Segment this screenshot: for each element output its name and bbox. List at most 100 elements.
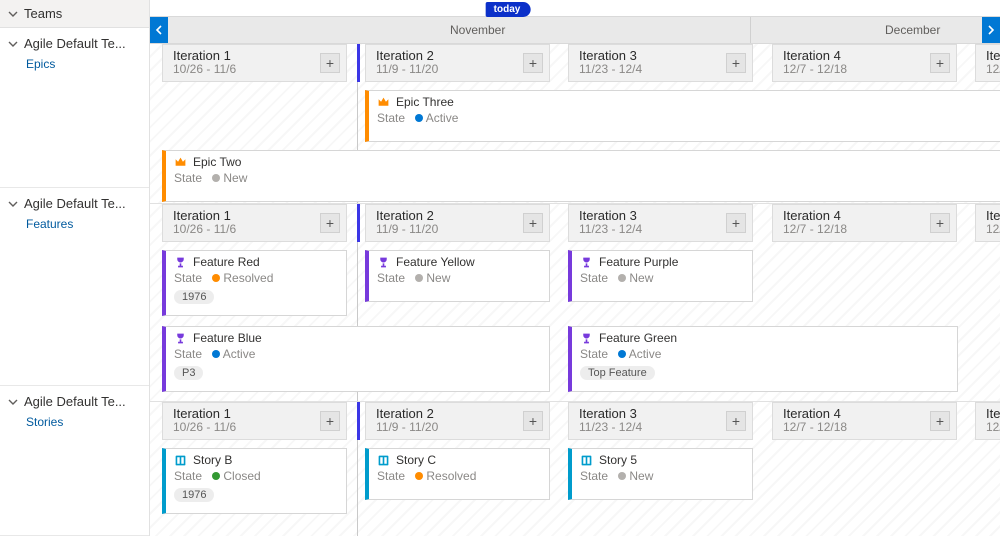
trophy-icon xyxy=(174,332,187,345)
teams-header-label: Teams xyxy=(24,6,62,21)
iteration-title: Iteration 2 xyxy=(376,406,541,421)
trophy-icon xyxy=(580,332,593,345)
add-item-button[interactable]: + xyxy=(523,213,543,233)
iteration-header[interactable]: Iteration 1 10/26 - 11/6 + xyxy=(162,204,347,242)
today-marker xyxy=(357,402,360,440)
state-label: State xyxy=(580,469,608,483)
state-label: State xyxy=(580,271,608,285)
iteration-header[interactable]: Iteration 4 12/7 - 12/18 + xyxy=(772,44,957,82)
add-item-button[interactable]: + xyxy=(523,53,543,73)
teams-header[interactable]: Teams xyxy=(0,0,149,28)
team-section: Agile Default Te... Features xyxy=(0,188,149,386)
story-icon xyxy=(174,454,187,467)
iteration-range: 11/23 - 12/4 xyxy=(579,420,744,434)
state-dot xyxy=(415,472,423,480)
iteration-title: Iteration 4 xyxy=(783,208,948,223)
trophy-icon xyxy=(580,256,593,269)
state-value: New xyxy=(629,271,653,285)
state-value: Active xyxy=(223,347,256,361)
iteration-title: Iteration 1 xyxy=(173,406,338,421)
today-badge: today xyxy=(486,2,531,17)
add-item-button[interactable]: + xyxy=(726,53,746,73)
team-name: Agile Default Te... xyxy=(24,394,126,409)
add-item-button[interactable]: + xyxy=(726,411,746,431)
iteration-title: Iteration 3 xyxy=(579,406,744,421)
iteration-range: 10/26 - 11/6 xyxy=(173,222,338,236)
today-marker xyxy=(357,44,360,82)
iteration-header[interactable]: Iteration 2 11/9 - 11/20 + xyxy=(365,402,550,440)
state-dot xyxy=(415,274,423,282)
state-dot xyxy=(212,274,220,282)
row-type-link[interactable]: Epics xyxy=(26,57,55,71)
iteration-range: 12/ xyxy=(986,420,1000,434)
iteration-header[interactable]: Ite 12/ xyxy=(975,402,1000,440)
state-label: State xyxy=(174,171,202,185)
chevron-down-icon xyxy=(8,9,18,19)
card-epic[interactable]: Epic Three State Active xyxy=(365,90,1000,142)
scroll-right-button[interactable] xyxy=(982,17,1000,43)
iteration-range: 11/9 - 11/20 xyxy=(376,222,541,236)
trophy-icon xyxy=(377,256,390,269)
iteration-header[interactable]: Iteration 1 10/26 - 11/6 + xyxy=(162,44,347,82)
add-item-button[interactable]: + xyxy=(930,53,950,73)
iteration-range: 11/23 - 12/4 xyxy=(579,222,744,236)
iteration-range: 11/9 - 11/20 xyxy=(376,420,541,434)
iteration-title: Iteration 4 xyxy=(783,48,948,63)
add-item-button[interactable]: + xyxy=(726,213,746,233)
iteration-title: Iteration 2 xyxy=(376,208,541,223)
card-epic[interactable]: Epic Two State New xyxy=(162,150,1000,202)
iteration-title: Iteration 3 xyxy=(579,208,744,223)
add-item-button[interactable]: + xyxy=(320,411,340,431)
state-label: State xyxy=(580,347,608,361)
team-section: Agile Default Te... Stories xyxy=(0,386,149,536)
iteration-range: 11/9 - 11/20 xyxy=(376,62,541,76)
state-dot xyxy=(415,114,423,122)
iteration-header[interactable]: Ite 12/ xyxy=(975,204,1000,242)
add-item-button[interactable]: + xyxy=(930,411,950,431)
chevron-down-icon[interactable] xyxy=(8,39,18,49)
iteration-header[interactable]: Iteration 3 11/23 - 12/4 + xyxy=(568,402,753,440)
lane-features: Iteration 1 10/26 - 11/6 + Iteration 2 1… xyxy=(150,204,1000,402)
card-story[interactable]: Story B State Closed 1976 xyxy=(162,448,347,514)
add-item-button[interactable]: + xyxy=(320,213,340,233)
state-value: Resolved xyxy=(223,271,273,285)
iteration-title: Iteration 1 xyxy=(173,48,338,63)
card-feature[interactable]: Feature Yellow State New xyxy=(365,250,550,302)
state-label: State xyxy=(377,271,405,285)
iteration-title: Iteration 1 xyxy=(173,208,338,223)
iteration-header[interactable]: Iteration 4 12/7 - 12/18 + xyxy=(772,402,957,440)
card-title: Feature Blue xyxy=(193,331,262,345)
card-feature[interactable]: Feature Blue State Active P3 xyxy=(162,326,550,392)
add-item-button[interactable]: + xyxy=(930,213,950,233)
iteration-header[interactable]: Iteration 3 11/23 - 12/4 + xyxy=(568,204,753,242)
card-story[interactable]: Story 5 State New xyxy=(568,448,753,500)
row-type-link[interactable]: Stories xyxy=(26,415,63,429)
chevron-down-icon[interactable] xyxy=(8,397,18,407)
chevron-down-icon[interactable] xyxy=(8,199,18,209)
iteration-header[interactable]: Iteration 4 12/7 - 12/18 + xyxy=(772,204,957,242)
state-label: State xyxy=(174,469,202,483)
add-item-button[interactable]: + xyxy=(320,53,340,73)
iteration-header[interactable]: Iteration 2 11/9 - 11/20 + xyxy=(365,44,550,82)
iteration-title: Iteration 4 xyxy=(783,406,948,421)
lane-epics: Iteration 1 10/26 - 11/6 + Iteration 2 1… xyxy=(150,44,1000,204)
row-type-link[interactable]: Features xyxy=(26,217,73,231)
scroll-left-button[interactable] xyxy=(150,17,168,43)
state-label: State xyxy=(174,271,202,285)
card-feature[interactable]: Feature Purple State New xyxy=(568,250,753,302)
iteration-range: 12/7 - 12/18 xyxy=(783,62,948,76)
card-feature[interactable]: Feature Green State Active Top Feature xyxy=(568,326,958,392)
team-name: Agile Default Te... xyxy=(24,36,126,51)
card-story[interactable]: Story C State Resolved xyxy=(365,448,550,500)
card-feature[interactable]: Feature Red State Resolved 1976 xyxy=(162,250,347,316)
iteration-title: Iteration 3 xyxy=(579,48,744,63)
iteration-header[interactable]: Iteration 2 11/9 - 11/20 + xyxy=(365,204,550,242)
story-icon xyxy=(377,454,390,467)
card-title: Epic Two xyxy=(193,155,241,169)
crown-icon xyxy=(377,96,390,109)
iteration-header[interactable]: Iteration 3 11/23 - 12/4 + xyxy=(568,44,753,82)
iteration-title: Ite xyxy=(986,48,1000,63)
iteration-header[interactable]: Iteration 1 10/26 - 11/6 + xyxy=(162,402,347,440)
iteration-header[interactable]: Ite 12/ xyxy=(975,44,1000,82)
add-item-button[interactable]: + xyxy=(523,411,543,431)
